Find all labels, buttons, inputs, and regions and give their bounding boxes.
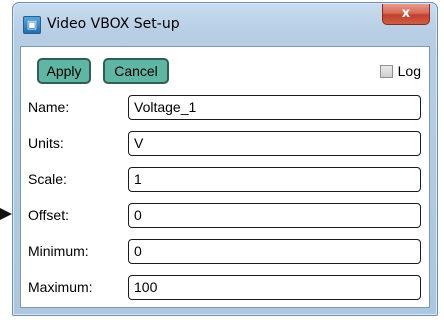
cancel-button[interactable]: Cancel [103, 58, 169, 84]
units-field[interactable]: V [128, 131, 421, 156]
name-row: Name: Voltage_1 [21, 93, 431, 123]
maximum-label: Maximum: [28, 279, 93, 295]
name-label: Name: [28, 99, 70, 115]
scale-row: Scale: 1 [21, 165, 431, 195]
log-label: Log [397, 63, 421, 79]
scale-field[interactable]: 1 [128, 167, 421, 192]
minimum-field[interactable]: 0 [128, 239, 421, 264]
window-title: Video VBOX Set-up [47, 16, 180, 32]
dialog-body: Apply Cancel Log Name: Voltage_1 Units: … [20, 46, 430, 308]
apply-button[interactable]: Apply [37, 58, 91, 84]
maximum-row: Maximum: 100 [21, 273, 431, 303]
log-checkbox[interactable]: Log [379, 63, 421, 79]
offset-row: Offset: 0 [21, 201, 431, 231]
video-vbox-icon: ▣ [23, 16, 41, 34]
units-label: Units: [28, 135, 64, 151]
setup-dialog: ▣ Video VBOX Set-up x Apply Cancel Log N… [12, 2, 438, 316]
log-checkbox-box[interactable] [379, 65, 393, 78]
minimum-row: Minimum: 0 [21, 237, 431, 267]
title-bar[interactable]: ▣ Video VBOX Set-up x [13, 3, 437, 45]
name-field[interactable]: Voltage_1 [128, 95, 421, 120]
offset-label: Offset: [28, 207, 69, 223]
scale-label: Scale: [28, 171, 67, 187]
units-row: Units: V [21, 129, 431, 159]
offset-field[interactable]: 0 [128, 203, 421, 228]
minimum-label: Minimum: [28, 243, 89, 259]
arrow-pointer-icon [0, 208, 12, 220]
close-button[interactable]: x [382, 4, 430, 25]
maximum-field[interactable]: 100 [128, 275, 421, 300]
